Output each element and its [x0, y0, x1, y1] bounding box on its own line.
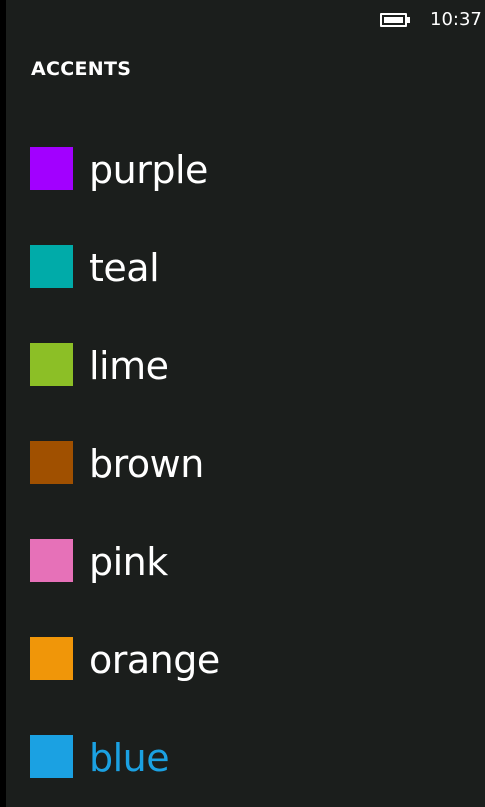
accent-label: blue — [89, 736, 170, 780]
accent-list: purple teal lime brown pink orange blue — [30, 119, 470, 805]
accent-label: teal — [89, 246, 160, 290]
accent-item-blue[interactable]: blue — [30, 707, 470, 805]
orange-swatch — [30, 636, 73, 680]
accent-item-pink[interactable]: pink — [30, 511, 470, 609]
accent-label: pink — [89, 540, 168, 584]
blue-swatch — [30, 734, 73, 778]
pink-swatch — [30, 538, 73, 582]
brown-swatch — [30, 440, 73, 484]
accent-item-teal[interactable]: teal — [30, 217, 470, 315]
teal-swatch — [30, 244, 73, 288]
accent-label: purple — [89, 148, 208, 192]
accent-item-orange[interactable]: orange — [30, 609, 470, 707]
accent-label: brown — [89, 442, 204, 486]
accent-item-brown[interactable]: brown — [30, 413, 470, 511]
battery-icon — [380, 13, 412, 27]
lime-swatch — [30, 342, 73, 386]
accent-label: lime — [89, 344, 169, 388]
accent-picker-screen: 10:37 ACCENTS purple teal lime brown pin… — [6, 0, 485, 807]
battery-tip — [407, 17, 410, 23]
status-time: 10:37 — [430, 9, 482, 30]
accent-item-lime[interactable]: lime — [30, 315, 470, 413]
purple-swatch — [30, 146, 73, 190]
battery-body — [380, 13, 407, 27]
page-title: ACCENTS — [31, 58, 132, 80]
accent-label: orange — [89, 638, 220, 682]
status-bar: 10:37 — [6, 0, 485, 40]
accent-item-purple[interactable]: purple — [30, 119, 470, 217]
battery-fill — [384, 17, 403, 23]
